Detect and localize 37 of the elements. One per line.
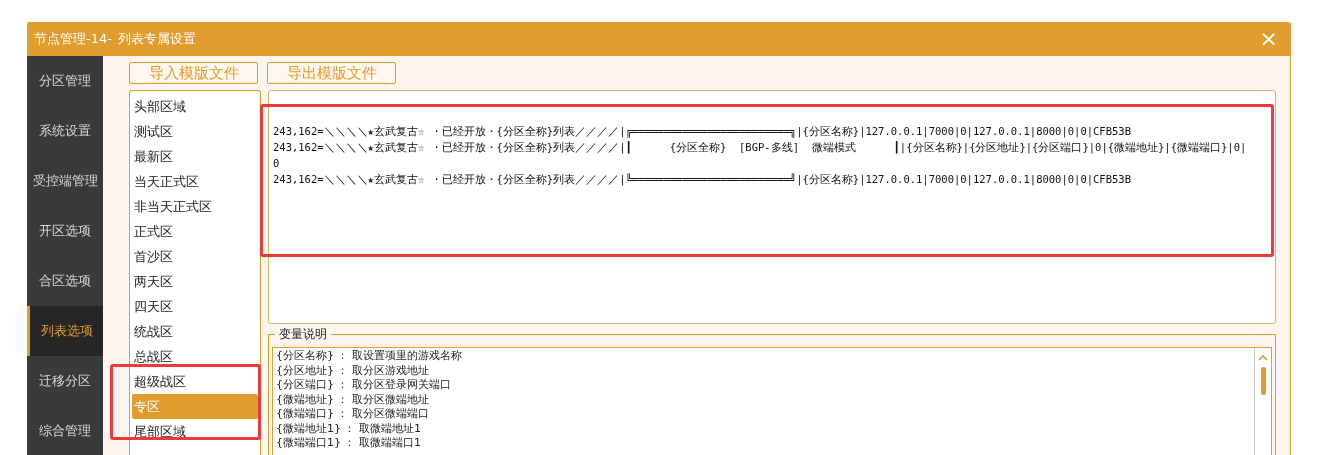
variable-line: {微端端口1} ： 取微端端口1: [276, 436, 422, 451]
variable-line: {微端地址} ： 取分区微端地址: [276, 392, 430, 407]
region-item[interactable]: 头部区域: [132, 94, 258, 119]
sidebar-item[interactable]: 综合管理: [27, 406, 103, 455]
sidebar-item[interactable]: 列表选项: [27, 306, 103, 356]
region-item[interactable]: 非当天正式区: [132, 194, 258, 219]
region-item[interactable]: 测试区: [132, 119, 258, 144]
variable-line: {分区端口} ： 取分区登录网关端口: [276, 378, 452, 393]
scroll-up-icon[interactable]: [1258, 354, 1268, 361]
variable-line: {微端地址1} ： 取微端地址1: [276, 421, 422, 436]
sidebar-item[interactable]: 合区选项: [27, 256, 103, 306]
sidebar-item[interactable]: 分区管理: [27, 56, 103, 106]
region-item[interactable]: 首沙区: [132, 244, 258, 269]
template-line: 243,162=＼＼＼＼★玄武复古☆ ・已经开放・{分区全称}列表／／／／|╚═════════════════════════╝|{分区名称}|127.0.0.1|7000|0|127.0.0.1|8000|0|0|CFB53B: [273, 172, 1132, 187]
variable-line: {微端端口} ： 取分区微端端口: [276, 407, 430, 422]
region-item[interactable]: 统战区: [132, 319, 258, 344]
region-item[interactable]: 正式区: [132, 219, 258, 244]
template-editor[interactable]: [268, 90, 1276, 324]
sidebar-item[interactable]: 迁移分区: [27, 356, 103, 406]
region-item[interactable]: 超级战区: [132, 369, 258, 394]
region-item[interactable]: 最新区: [132, 144, 258, 169]
window-title-prefix: 节点管理-14-: [34, 30, 112, 48]
sidebar-item[interactable]: 受控端管理: [27, 156, 103, 206]
template-line: 243,162=＼＼＼＼★玄武复古☆ ・已经开放・{分区全称}列表／／／／|╔═════════════════════════╗|{分区名称}|127.0.0.1|7000|0|127.0.0.1|8000|0|0|CFB53B: [273, 124, 1132, 139]
variable-line: {分区名称} ： 取设置项里的游戏名称: [276, 349, 463, 364]
region-item[interactable]: 两天区: [132, 269, 258, 294]
region-item[interactable]: 尾部区域: [132, 419, 258, 444]
variable-line: {分区地址} ： 取分区游戏地址: [276, 363, 430, 378]
window-title: 列表专属设置: [117, 30, 197, 48]
sidebar-item[interactable]: 系统设置: [27, 106, 103, 156]
region-item[interactable]: 总战区: [132, 344, 258, 369]
region-item[interactable]: 四天区: [132, 294, 258, 319]
group-title: 变量说明: [275, 326, 331, 343]
scroll-thumb[interactable]: [1260, 367, 1266, 395]
region-item[interactable]: 当天正式区: [132, 169, 258, 194]
sidebar-item[interactable]: 开区选项: [27, 206, 103, 256]
template-line: 243,162=＼＼＼＼★玄武复古☆ ・已经开放・{分区全称}列表／／／／|┃ {分区全称} [BGP-多线] 微端模式 ┃|{分区名称}|{分区地址}|{分区端口}|0|{微端地址}|{微端端口}|0|0: [273, 140, 1248, 171]
